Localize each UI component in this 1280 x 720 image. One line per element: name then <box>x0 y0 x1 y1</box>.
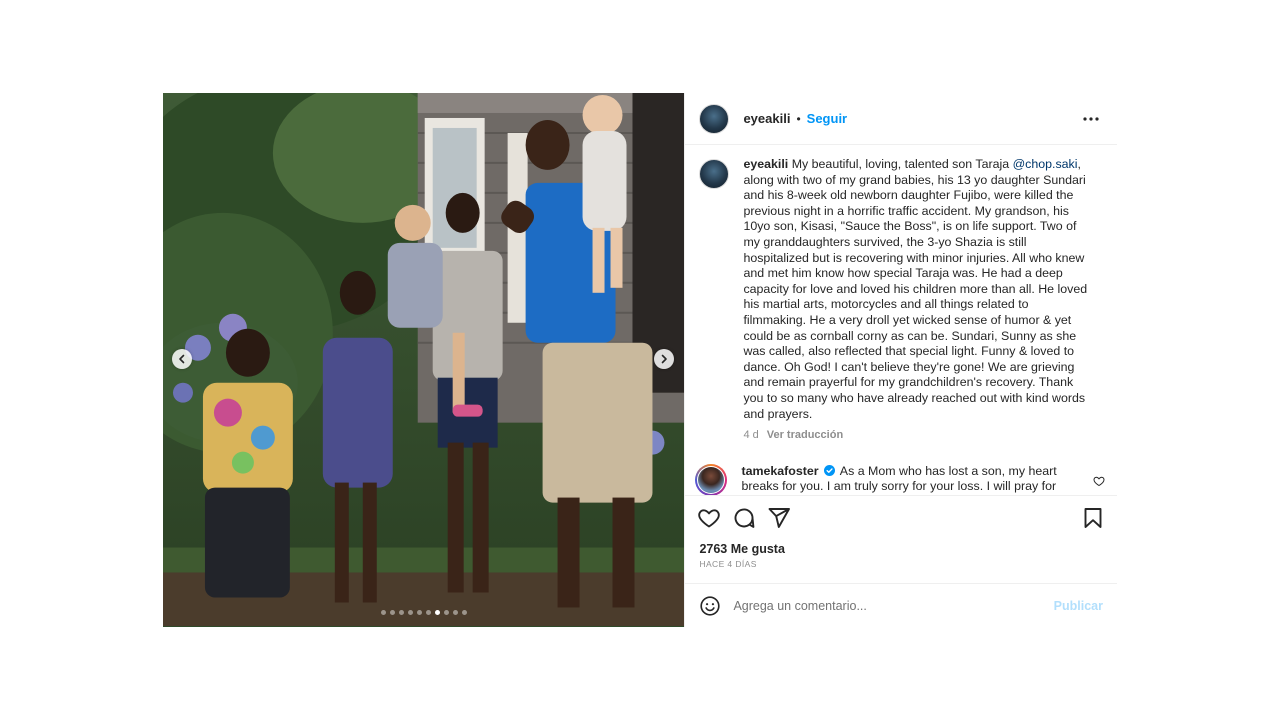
instagram-post: eyeakili • Seguir eyeakili My beautiful,… <box>163 93 1117 627</box>
carousel-dot <box>416 610 422 615</box>
commenter-avatar[interactable] <box>695 463 728 495</box>
likes-count[interactable]: 2763 Me gusta <box>685 542 1117 556</box>
caption-username[interactable]: eyeakili <box>743 157 788 171</box>
carousel-dot <box>380 610 386 615</box>
see-translation-link[interactable]: Ver traducción <box>767 428 843 444</box>
carousel-dot <box>434 610 440 615</box>
post-actions-section: 2763 Me gusta HACE 4 DÍAS <box>685 495 1117 583</box>
family-photo <box>163 93 685 627</box>
post-photo-carousel[interactable] <box>163 93 685 627</box>
chevron-right-icon <box>662 354 668 364</box>
comment-item: tamekafoster As a Mom who has lost a son… <box>685 444 1117 495</box>
carousel-dot <box>443 610 449 615</box>
post-caption: eyeakili My beautiful, loving, talented … <box>685 145 1117 444</box>
caption-text-part2: , along with two of my grand babies, his… <box>743 157 1088 421</box>
more-horizontal-icon <box>1083 116 1099 121</box>
caption-body: eyeakili My beautiful, loving, talented … <box>743 157 1093 444</box>
carousel-indicator <box>163 610 684 615</box>
comment-body: tamekafoster As a Mom who has lost a son… <box>741 464 1081 495</box>
comments-list[interactable]: eyeakili My beautiful, loving, talented … <box>685 145 1117 495</box>
verified-badge-icon <box>824 464 836 476</box>
carousel-dot <box>452 610 458 615</box>
action-bar <box>685 496 1117 540</box>
carousel-dot <box>461 610 467 615</box>
publish-button[interactable]: Publicar <box>1054 599 1103 613</box>
carousel-dot <box>425 610 431 615</box>
comment-like-heart-icon[interactable] <box>1093 475 1105 487</box>
post-side-panel: eyeakili • Seguir eyeakili My beautiful,… <box>684 93 1117 627</box>
emoji-icon[interactable] <box>699 595 721 617</box>
carousel-prev-button[interactable] <box>172 349 192 369</box>
heart-icon[interactable] <box>697 506 721 530</box>
add-comment-bar: Agrega un comentario... Publicar <box>685 583 1117 627</box>
comment-icon[interactable] <box>732 506 756 530</box>
follow-button[interactable]: Seguir <box>807 111 847 126</box>
comment-username[interactable]: tamekafoster <box>741 464 818 478</box>
caption-text-part1: My beautiful, loving, talented son Taraj… <box>788 157 1013 171</box>
post-header: eyeakili • Seguir <box>685 93 1117 145</box>
comment-input[interactable]: Agrega un comentario... <box>733 599 1053 613</box>
chevron-left-icon <box>179 354 185 364</box>
bookmark-icon[interactable] <box>1081 506 1105 530</box>
carousel-dot <box>407 610 413 615</box>
header-separator: • <box>796 111 801 126</box>
post-date: HACE 4 DÍAS <box>699 559 757 569</box>
caption-time: 4 d <box>743 429 759 442</box>
author-username[interactable]: eyeakili <box>743 111 790 126</box>
caption-mention-link[interactable]: @chop.saki <box>1013 157 1078 171</box>
caption-author-avatar[interactable] <box>699 159 730 189</box>
caption-meta: 4 d Ver traducción <box>743 428 1093 444</box>
author-avatar[interactable] <box>699 103 730 134</box>
more-options-button[interactable] <box>1079 107 1103 131</box>
carousel-dot <box>398 610 404 615</box>
share-icon[interactable] <box>767 506 791 530</box>
carousel-dot <box>389 610 395 615</box>
